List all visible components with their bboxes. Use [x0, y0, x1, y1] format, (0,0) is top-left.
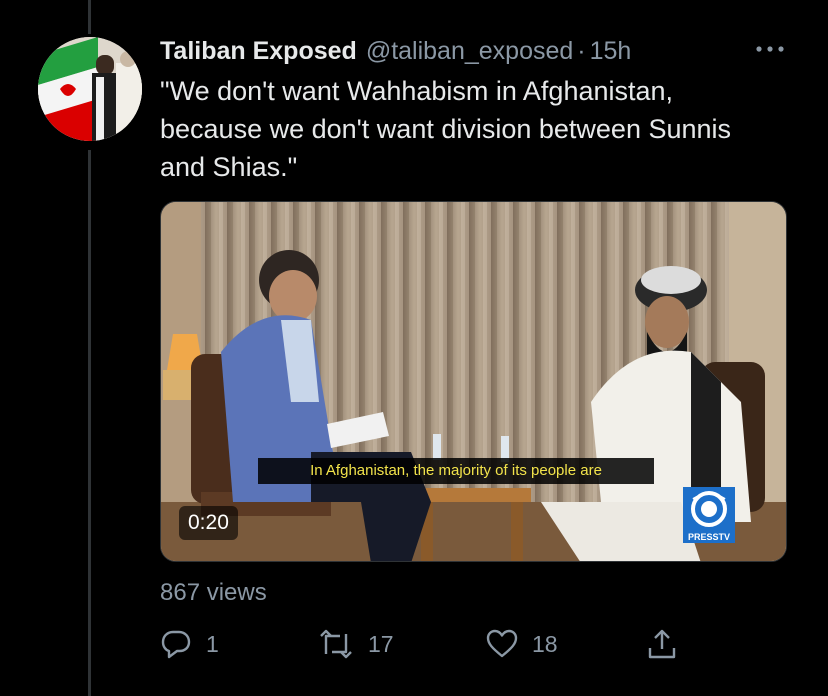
video-duration: 0:20	[179, 506, 238, 540]
user-handle[interactable]: @taliban_exposed	[366, 37, 573, 66]
reply-count: 1	[206, 630, 219, 657]
presstv-logo: PRESSTV	[683, 487, 735, 549]
tweet-text: "We don't want Wahhabism in Afghanistan,…	[160, 76, 732, 182]
reply-icon	[161, 630, 191, 659]
separator-dot: ·	[577, 36, 586, 65]
retweet-icon	[320, 629, 352, 659]
display-name[interactable]: Taliban Exposed	[160, 37, 357, 66]
retweet-count: 17	[368, 630, 394, 657]
avatar-image	[38, 37, 142, 141]
avatar[interactable]	[38, 37, 142, 141]
presstv-logo-text: PRESSTV	[683, 531, 735, 543]
share-icon	[648, 629, 676, 659]
tweet-header: Taliban Exposed @taliban_exposed · 15h	[160, 34, 631, 68]
heart-icon	[486, 629, 518, 658]
thread-line-top	[88, 0, 91, 34]
retweet-button[interactable]: 17	[318, 626, 394, 662]
more-horizontal-icon[interactable]	[752, 34, 788, 64]
reply-button[interactable]: 1	[160, 626, 219, 662]
thread-line-bottom	[88, 150, 91, 696]
like-button[interactable]: 18	[486, 626, 558, 662]
video-player[interactable]: In Afghanistan, the majority of its peop…	[160, 201, 787, 562]
video-subtitle: In Afghanistan, the majority of its peop…	[258, 458, 654, 484]
view-count: 867 views	[160, 579, 267, 606]
share-button[interactable]	[646, 626, 678, 662]
like-count: 18	[532, 630, 558, 657]
presstv-logo-icon	[683, 487, 735, 531]
timestamp[interactable]: 15h	[590, 37, 632, 66]
